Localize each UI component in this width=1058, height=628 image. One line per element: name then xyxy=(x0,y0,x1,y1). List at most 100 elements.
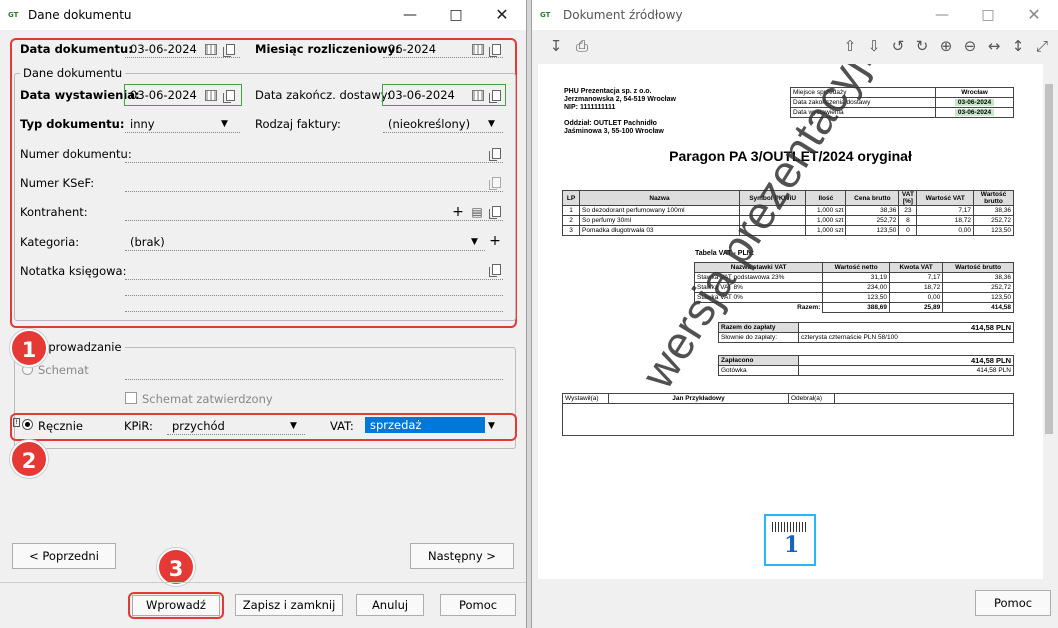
pomoc-button[interactable]: Pomoc xyxy=(975,590,1051,616)
info-value: 03-06-2024 xyxy=(954,109,995,116)
copy-icon[interactable] xyxy=(223,90,235,103)
kpir-select[interactable]: przychód xyxy=(167,417,305,435)
minimize-icon[interactable]: — xyxy=(393,4,427,26)
wprowadz-button[interactable]: Wprowadź xyxy=(132,595,220,616)
vertical-scrollbar[interactable] xyxy=(1043,64,1055,579)
razem-value: 414,58 xyxy=(942,302,1014,313)
miesiac-label: Miesiąc rozliczeniowy: xyxy=(255,42,400,56)
chevron-down-icon[interactable]: ▼ xyxy=(488,419,495,433)
table-cell: 7,17 xyxy=(916,205,974,216)
arrow-up-icon[interactable]: ⇧ xyxy=(840,37,860,55)
table-row: 3 Pomadka długotrwała 03 1,000 szt 123,50 0 0… xyxy=(562,225,1014,236)
minimize-icon[interactable]: — xyxy=(925,4,959,26)
calendar-icon[interactable] xyxy=(205,44,217,55)
zaplacono-table: Zapłacono 414,58 PLN Gotówka 414,58 PLN xyxy=(718,355,1014,376)
notatka-line[interactable] xyxy=(125,294,503,312)
print-icon[interactable]: ⎙ xyxy=(572,37,592,55)
col-header: Ilość xyxy=(805,190,847,206)
schemat-zatwierdzony-checkbox[interactable] xyxy=(125,392,137,404)
nastepny-button[interactable]: Następny > xyxy=(410,543,514,569)
zaplacono-label: Zapłacono xyxy=(718,355,799,366)
calendar-icon[interactable] xyxy=(472,44,484,55)
chevron-down-icon[interactable]: ▼ xyxy=(471,235,478,249)
plus-icon[interactable]: + xyxy=(489,234,501,248)
chevron-down-icon[interactable]: ▼ xyxy=(488,117,495,131)
chevron-down-icon[interactable]: ▼ xyxy=(290,419,297,433)
col-header: Cena brutto xyxy=(845,190,900,206)
step-badge-3: 3 xyxy=(157,548,195,586)
window-title: Dokument źródłowy xyxy=(563,8,683,22)
pomoc-button[interactable]: Pomoc xyxy=(440,594,516,616)
chevron-down-icon[interactable]: ▼ xyxy=(221,117,228,131)
miesiac-field[interactable]: 06-2024 xyxy=(383,40,503,58)
schemat-zatwierdzony-label: Schemat zatwierdzony xyxy=(142,392,273,406)
rodzaj-label: Rodzaj faktury: xyxy=(255,117,341,131)
table-cell: 252,72 xyxy=(942,282,1014,293)
fullscreen-icon[interactable]: ⤢ xyxy=(1032,37,1052,55)
table-cell: 18,72 xyxy=(889,282,944,293)
group-title: Dane dokumentu xyxy=(20,66,126,80)
copy-icon[interactable] xyxy=(489,206,501,219)
table-cell: 0,00 xyxy=(889,292,944,303)
table-cell: 123,50 xyxy=(942,292,1014,303)
fit-height-icon[interactable]: ↕ xyxy=(1008,37,1028,55)
col-header: Wartość brutto xyxy=(973,190,1014,206)
ksef-field[interactable] xyxy=(125,174,503,192)
fit-width-icon[interactable]: ↔ xyxy=(984,37,1004,55)
table-cell: 1,000 szt xyxy=(805,225,847,236)
download-icon[interactable]: ↧ xyxy=(546,37,566,55)
copy-icon[interactable] xyxy=(489,264,501,277)
col-header: LP xyxy=(562,190,580,206)
copy-icon[interactable] xyxy=(489,44,501,57)
rotate-right-icon[interactable]: ↻ xyxy=(912,37,932,55)
do-zaplaty-table: Razem do zapłaty 414,58 PLN Słownie do za… xyxy=(718,322,1014,343)
table-cell: 1,000 szt xyxy=(805,215,847,226)
copy-icon[interactable] xyxy=(489,148,501,161)
document-preview: PHU Prezentacja sp. z o.o. Jerzmanowska … xyxy=(538,64,1043,579)
copy-icon[interactable] xyxy=(223,44,235,57)
calendar-icon[interactable] xyxy=(472,90,484,101)
anuluj-button[interactable]: Anuluj xyxy=(356,594,424,616)
zoom-in-icon[interactable]: ⊕ xyxy=(936,37,956,55)
rotate-left-icon[interactable]: ↺ xyxy=(888,37,908,55)
table-cell: 38,36 xyxy=(942,272,1014,283)
close-icon[interactable]: ✕ xyxy=(1017,4,1051,26)
maximize-icon[interactable]: □ xyxy=(971,4,1005,26)
seller-line: PHU Prezentacja sp. z o.o. xyxy=(564,88,652,95)
kontrahent-field[interactable] xyxy=(125,203,503,221)
table-cell: 0,00 xyxy=(916,225,974,236)
slownie-label: Słownie do zapłaty: xyxy=(718,332,799,343)
col-header: Wartość netto xyxy=(822,262,891,273)
vat-select[interactable]: sprzedaż xyxy=(365,417,485,433)
schemat-field[interactable] xyxy=(125,362,503,380)
wystawil-label: Wystawił(a) xyxy=(562,393,609,404)
arrow-down-icon[interactable]: ⇩ xyxy=(864,37,884,55)
razem-row: Razem: 388,69 25,89 414,58 xyxy=(695,302,1014,313)
gotowka-label: Gotówka xyxy=(718,365,799,376)
list-icon[interactable]: ▤ xyxy=(471,205,483,219)
rodzaj-select[interactable]: (nieokreślony) xyxy=(383,115,503,133)
copy-icon[interactable] xyxy=(489,90,501,103)
recznie-radio[interactable] xyxy=(22,419,33,430)
maximize-icon[interactable]: □ xyxy=(439,4,473,26)
poprzedni-button[interactable]: < Poprzedni xyxy=(12,543,116,569)
schemat-label: Schemat xyxy=(38,363,89,377)
data-zakoncz-field[interactable]: 03-06-2024 xyxy=(383,86,503,104)
info-value: Wrocław xyxy=(935,87,1014,98)
kategoria-select[interactable]: (brak) xyxy=(125,233,485,251)
table-cell: 123,50 xyxy=(845,225,900,236)
scrollbar-thumb[interactable] xyxy=(1045,84,1053,434)
zapisz-zamknij-button[interactable]: Zapisz i zamknij xyxy=(235,594,343,616)
close-icon[interactable]: ✕ xyxy=(485,4,519,26)
calendar-icon[interactable] xyxy=(205,90,217,101)
col-header: VAT [%] xyxy=(898,190,918,206)
table-cell: 123,50 xyxy=(973,225,1014,236)
vat-label: VAT: xyxy=(330,419,354,433)
numer-field[interactable] xyxy=(125,145,503,163)
table-cell: 31,19 xyxy=(822,272,891,283)
table-cell: 1 xyxy=(562,205,580,216)
plus-icon[interactable]: + xyxy=(452,205,464,219)
zoom-out-icon[interactable]: ⊖ xyxy=(960,37,980,55)
wystawil-value: Jan Przykładowy xyxy=(608,393,789,404)
app-logo-icon: GT xyxy=(540,11,551,19)
